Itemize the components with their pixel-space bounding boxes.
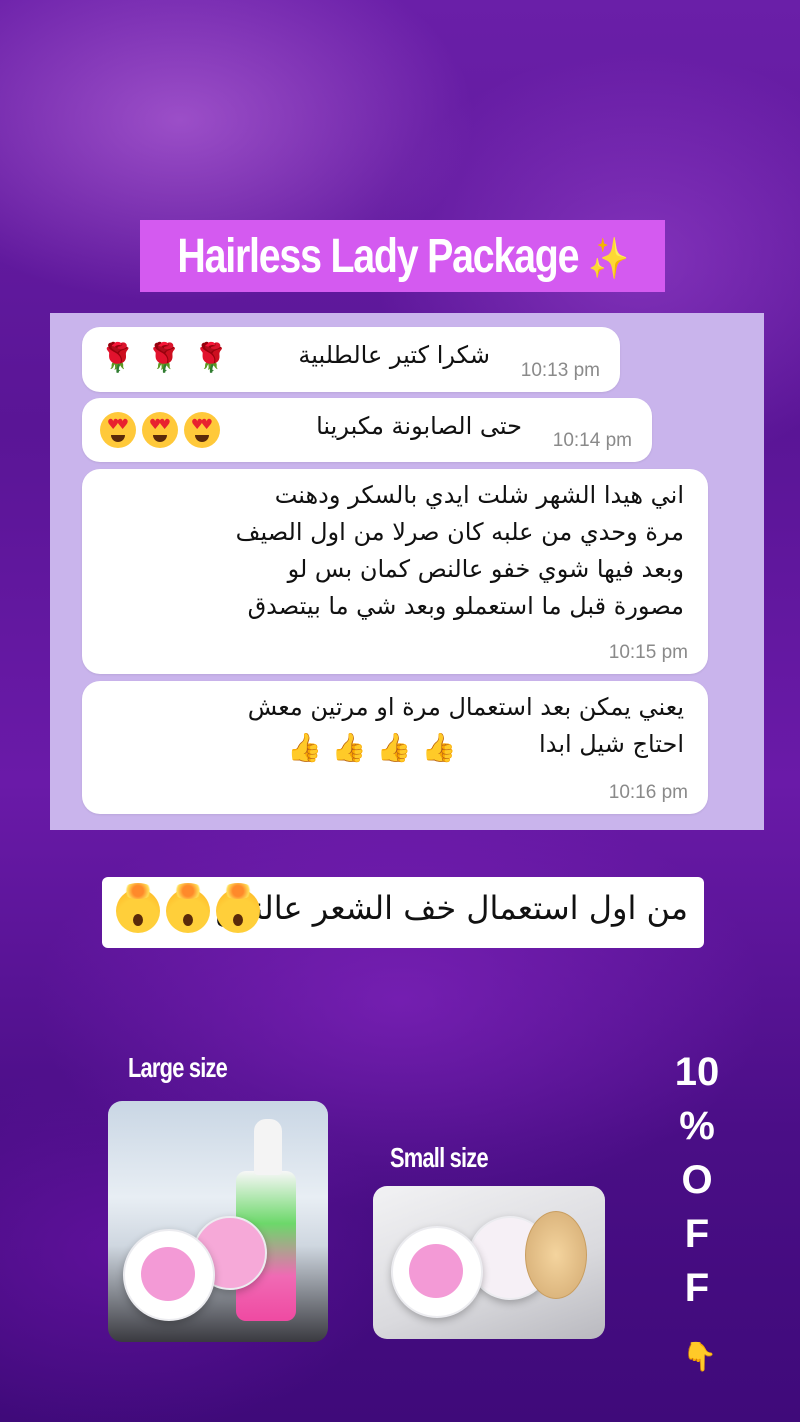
heart-eyes-emoji-group (100, 412, 220, 448)
exploding-head-emoji-group (116, 883, 260, 933)
exploding-head-icon (116, 883, 160, 933)
chat-bubble-3: اني هيدا الشهر شلت ايدي بالسكر ودهنت مرة… (82, 469, 708, 674)
chat-screenshot: شكرا كتير عالطلبية 🌹 🌹 🌹 10:13 pm حتى ال… (50, 313, 764, 830)
message-line: مرة وحدي من علبه كان صرلا من اول الصيف (235, 518, 684, 546)
discount-text: 10 % O F F (672, 1048, 722, 1312)
heart-eyes-icon (100, 412, 136, 448)
discount-char: F (684, 1266, 710, 1310)
chat-bubble-2: حتى الصابونة مكبرينا 10:14 pm (82, 398, 652, 462)
message-time: 10:16 pm (608, 782, 688, 803)
chat-bubble-1: شكرا كتير عالطلبية 🌹 🌹 🌹 10:13 pm (82, 327, 620, 392)
exploding-head-icon (166, 883, 210, 933)
message-line: وبعد فيها شوي خفو عالنص كمان بس لو (287, 555, 684, 583)
chat-bubble-4: يعني يمكن بعد استعمال مرة او مرتين معش ا… (82, 681, 708, 814)
jar-label (409, 1244, 463, 1298)
exploding-head-icon (216, 883, 260, 933)
discount-char: F (684, 1212, 710, 1256)
cream-jar (391, 1226, 483, 1318)
message-text: اني هيدا الشهر شلت ايدي بالسكر ودهنت مرة… (236, 477, 684, 625)
foam-pump (254, 1119, 282, 1175)
message-text: شكرا كتير عالطلبية (298, 341, 490, 369)
rose-icon: 🌹 (146, 341, 182, 374)
title-banner: Hairless Lady Package ✨ (140, 220, 665, 292)
small-size-label: Small size (390, 1142, 489, 1173)
message-line: يعني يمكن بعد استعمال مرة او مرتين معش (247, 693, 684, 721)
message-time: 10:15 pm (608, 642, 688, 663)
thumbs-up-emoji-group: 👍 👍 👍 👍 (287, 731, 457, 765)
message-text: حتى الصابونة مكبرينا (316, 412, 522, 440)
rose-icon: 🌹 (100, 341, 135, 374)
rose-emoji-group: 🌹 🌹 🌹 (100, 341, 229, 375)
thumbs-up-icon: 👍 (421, 731, 457, 764)
thumbs-up-icon: 👍 (331, 731, 367, 764)
thumbs-up-icon: 👍 (376, 731, 412, 764)
jar-label (141, 1247, 195, 1301)
message-line: اني هيدا الشهر شلت ايدي بالسكر ودهنت (274, 481, 684, 509)
cream-jar (123, 1229, 215, 1321)
large-size-label: Large size (128, 1052, 228, 1083)
point-down-icon: 👇 (682, 1340, 717, 1373)
discount-char: % (679, 1104, 715, 1148)
highlight-banner: من اول استعمال خف الشعر عالنص (102, 877, 704, 948)
thumbs-up-icon: 👍 (287, 731, 322, 764)
message-time: 10:13 pm (520, 360, 600, 381)
page-title: Hairless Lady Package ✨ (177, 229, 629, 284)
discount-char: O (681, 1158, 713, 1202)
sparkles-icon: ✨ (587, 236, 629, 281)
title-label: Hairless Lady Package (177, 229, 579, 283)
small-package-photo (373, 1186, 605, 1339)
message-time: 10:14 pm (552, 430, 632, 451)
message-line: مصورة قبل ما استعملو وبعد شي ما بيتصدق (247, 592, 684, 620)
soap-bar (525, 1211, 587, 1299)
heart-eyes-icon (142, 412, 178, 448)
heart-eyes-icon (184, 412, 220, 448)
large-package-photo (108, 1101, 328, 1342)
discount-char: 10 (674, 1050, 720, 1094)
highlight-text: من اول استعمال خف الشعر عالنص (215, 889, 688, 927)
rose-icon: 🌹 (193, 341, 229, 374)
